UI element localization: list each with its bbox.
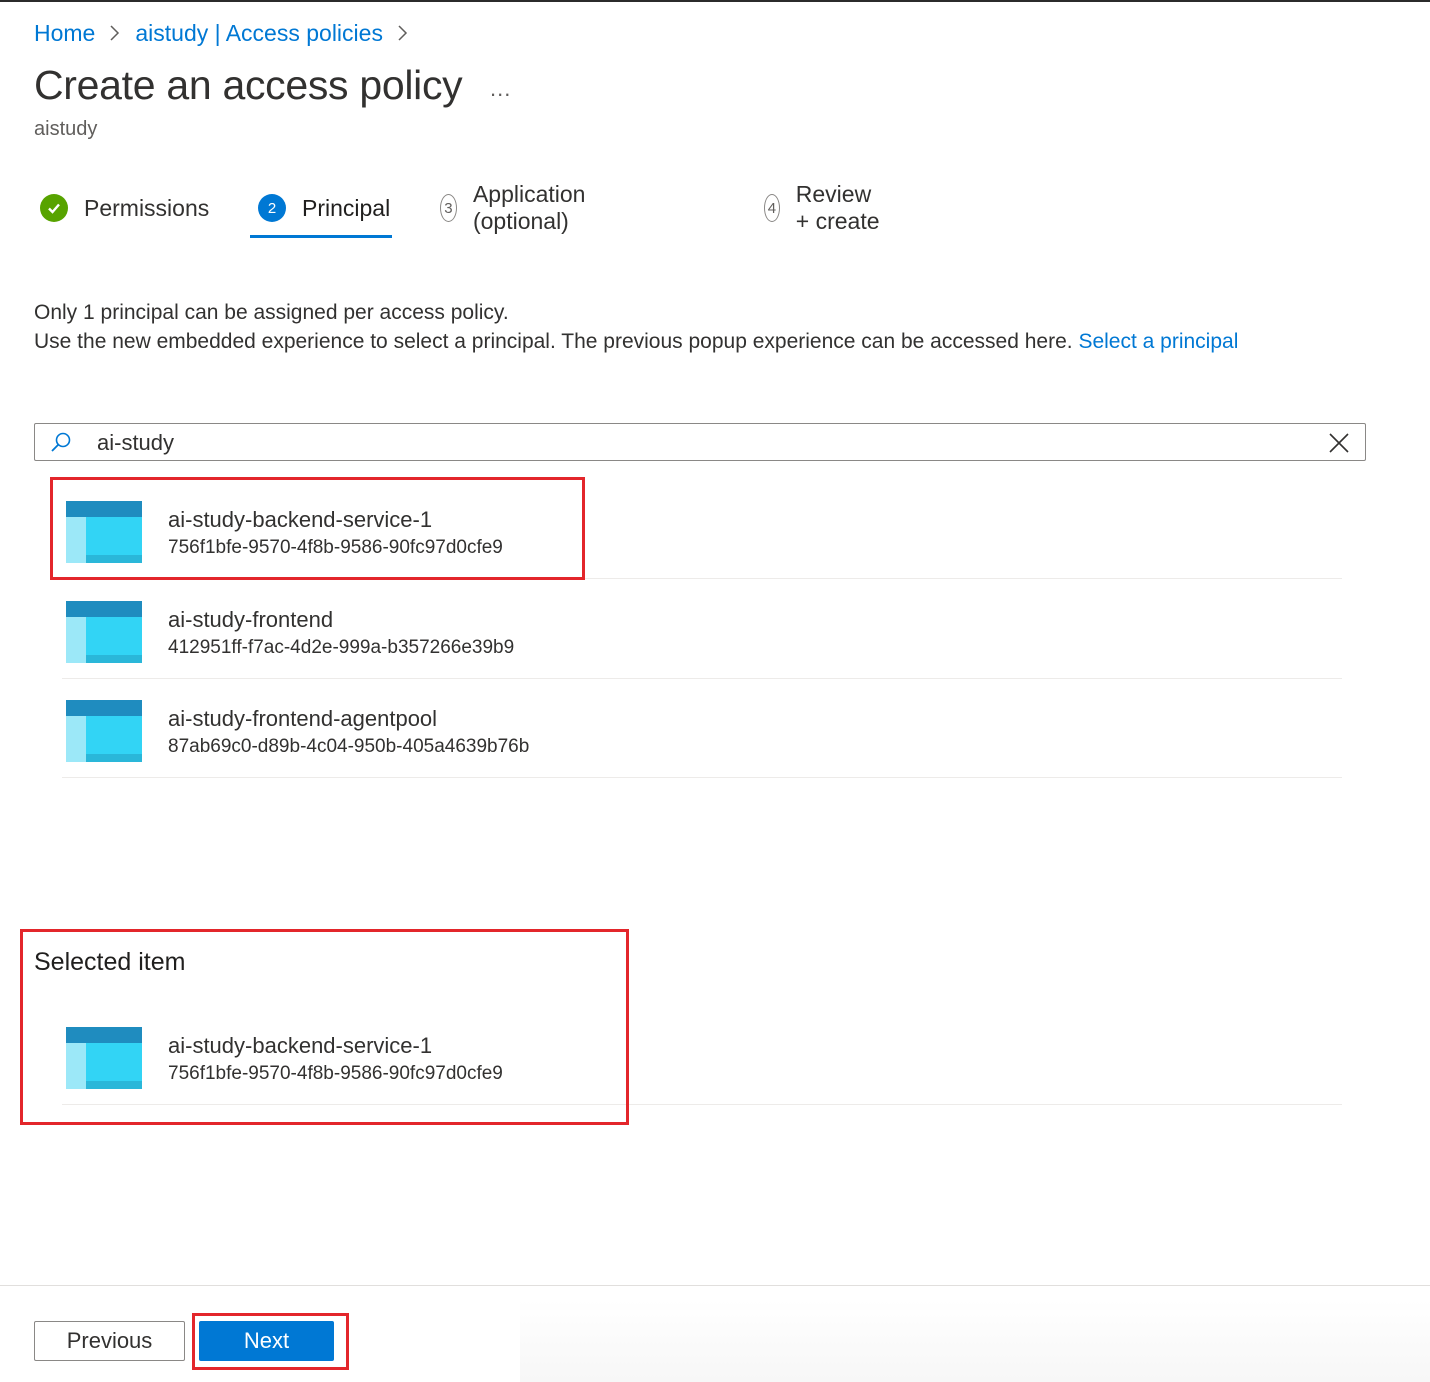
step-label: Application (optional) — [472, 181, 586, 234]
search-icon — [49, 431, 73, 455]
info-text: Only 1 principal can be assigned per acc… — [34, 298, 1238, 356]
result-id: 412951ff-f7ac-4d2e-999a-b357266e39b9 — [168, 637, 515, 658]
select-principal-link[interactable]: Select a principal — [1078, 330, 1238, 353]
step-review-create[interactable]: 4 Review + create — [764, 181, 883, 234]
close-icon[interactable] — [1327, 431, 1351, 455]
app-registration-icon — [66, 601, 142, 663]
step-number-badge: 2 — [258, 194, 286, 222]
search-input[interactable] — [95, 427, 1319, 459]
search-result-row[interactable]: ai-study-frontend-agentpool 87ab69c0-d89… — [62, 680, 1342, 778]
search-result-row[interactable]: ai-study-frontend 412951ff-f7ac-4d2e-999… — [62, 581, 1342, 679]
active-step-underline — [250, 235, 392, 238]
step-principal[interactable]: 2 Principal — [258, 185, 390, 231]
result-name: ai-study-backend-service-1 — [168, 507, 433, 532]
result-id: 756f1bfe-9570-4f8b-9586-90fc97d0cfe9 — [168, 537, 503, 558]
footer-shadow — [520, 1300, 1430, 1382]
chevron-right-icon — [397, 24, 409, 42]
selected-name: ai-study-backend-service-1 — [168, 1033, 433, 1058]
page-subtitle: aistudy — [34, 118, 98, 140]
app-registration-icon — [66, 700, 142, 762]
next-button[interactable]: Next — [199, 1321, 334, 1361]
chevron-right-icon — [109, 24, 121, 42]
selected-item-row[interactable]: ai-study-backend-service-1 756f1bfe-9570… — [62, 1007, 1342, 1105]
result-name: ai-study-frontend-agentpool — [168, 706, 438, 731]
step-application[interactable]: 3 Application (optional) — [440, 181, 597, 234]
search-result-row[interactable]: ai-study-backend-service-1 756f1bfe-9570… — [62, 481, 1342, 579]
step-label: Permissions — [84, 194, 210, 221]
result-id: 87ab69c0-d89b-4c04-950b-405a4639b76b — [168, 736, 530, 757]
page-title: Create an access policy — [34, 62, 463, 108]
app-registration-icon — [66, 1027, 142, 1089]
step-number-badge: 3 — [440, 194, 457, 222]
result-name: ai-study-frontend — [168, 607, 334, 632]
previous-button[interactable]: Previous — [34, 1321, 185, 1361]
footer-divider — [0, 1285, 1430, 1286]
info-line-2: Use the new embedded experience to selec… — [34, 327, 1238, 356]
breadcrumb-home[interactable]: Home — [34, 20, 95, 47]
check-circle-icon — [40, 194, 68, 222]
top-border — [0, 0, 1430, 2]
selected-item-heading: Selected item — [34, 948, 186, 976]
info-line-1: Only 1 principal can be assigned per acc… — [34, 301, 509, 324]
step-label: Principal — [302, 194, 391, 221]
info-line-2-text: Use the new embedded experience to selec… — [34, 330, 1073, 353]
selected-id: 756f1bfe-9570-4f8b-9586-90fc97d0cfe9 — [168, 1063, 503, 1084]
step-permissions[interactable]: Permissions — [40, 185, 209, 231]
app-registration-icon — [66, 501, 142, 563]
breadcrumb: Home aistudy | Access policies — [34, 16, 423, 50]
principal-search-box — [34, 423, 1366, 461]
breadcrumb-access-policies[interactable]: aistudy | Access policies — [135, 20, 383, 47]
more-options-button[interactable]: ... — [490, 76, 511, 102]
step-label: Review + create — [795, 181, 880, 234]
step-number-badge: 4 — [764, 194, 780, 222]
